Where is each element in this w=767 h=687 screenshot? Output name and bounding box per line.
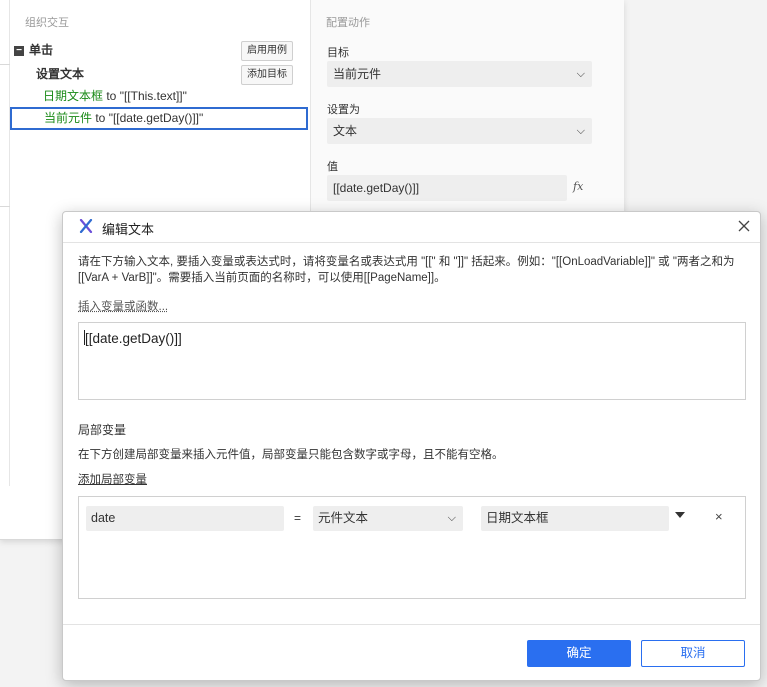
footer-divider [63,624,760,625]
target-text: to "[[This.text]]" [103,89,187,103]
local-variables-title: 局部变量 [78,423,127,437]
target-name: 日期文本框 [43,89,104,103]
variable-type-select[interactable]: 元件文本 ⌵ [313,506,463,531]
variable-name-input[interactable]: date [86,506,284,531]
target-label: 目标 [327,47,349,59]
chevron-down-icon: ⌵ [576,68,585,80]
instruction-text: 请在下方输入文本, 要插入变量或表达式时，请将变量名或表达式用 "[[" 和 "… [78,256,735,284]
dialog-title: 编辑文本 [102,222,155,237]
interaction-header: 组织交互 [25,17,69,29]
fx-icon[interactable]: fx [573,180,583,193]
local-variables-description: 在下方创建局部变量来插入元件值，局部变量只能包含数字或字母，且不能有空格。 [78,449,504,461]
event-label: 单击 [29,43,54,57]
strip-divider [0,64,10,65]
set-as-select[interactable]: 文本 ⌵ [327,118,592,144]
equals-sign: = [294,511,302,525]
target-select-value: 当前元件 [333,67,382,81]
event-row[interactable]: − 单击 [14,39,53,61]
local-variables-list: date = 元件文本 ⌵ 日期文本框 × [78,496,746,599]
strip-divider [0,206,10,207]
target-select[interactable]: 当前元件 ⌵ [327,61,592,87]
close-icon[interactable] [735,217,753,235]
titlebar-divider [63,242,760,243]
target-name: 当前元件 [44,111,93,125]
cancel-button[interactable]: 取消 [641,640,745,667]
chevron-down-icon: ⌵ [447,512,456,524]
left-strip [0,0,10,486]
ok-button[interactable]: 确定 [527,640,631,667]
insert-variable-link[interactable]: 插入变量或函数... [78,298,168,314]
config-header: 配置动作 [326,17,370,29]
add-local-variable-link[interactable]: 添加局部变量 [78,471,147,487]
remove-variable-button[interactable]: × [715,509,723,524]
set-as-select-value: 文本 [333,124,358,138]
variable-type-value: 元件文本 [318,511,369,525]
enable-case-button[interactable]: 启用用例 [241,41,293,61]
dropdown-arrow-icon[interactable] [675,512,685,518]
edit-text-dialog: 编辑文本 请在下方输入文本, 要插入变量或表达式时，请将变量名或表达式用 "[[… [62,211,761,681]
value-label: 值 [327,161,338,173]
expression-text: [[date.getDay()]] [85,331,182,346]
action-row[interactable]: 设置文本 [36,63,84,85]
target-text: to "[[date.getDay()]]" [92,111,204,125]
target-row[interactable]: 日期文本框 to "[[This.text]]" [43,85,187,107]
target-row-selected[interactable]: 当前元件 to "[[date.getDay()]]" [10,107,308,130]
variable-widget-select[interactable]: 日期文本框 [481,506,669,531]
set-as-label: 设置为 [327,104,360,116]
value-input[interactable]: [[date.getDay()]] [327,175,567,201]
add-target-button[interactable]: 添加目标 [241,65,293,85]
expression-textarea[interactable]: [[date.getDay()]] [78,322,746,400]
collapse-icon[interactable]: − [14,45,24,56]
app-logo-icon [79,219,93,233]
dialog-titlebar: 编辑文本 [63,212,760,242]
chevron-down-icon: ⌵ [576,125,585,137]
